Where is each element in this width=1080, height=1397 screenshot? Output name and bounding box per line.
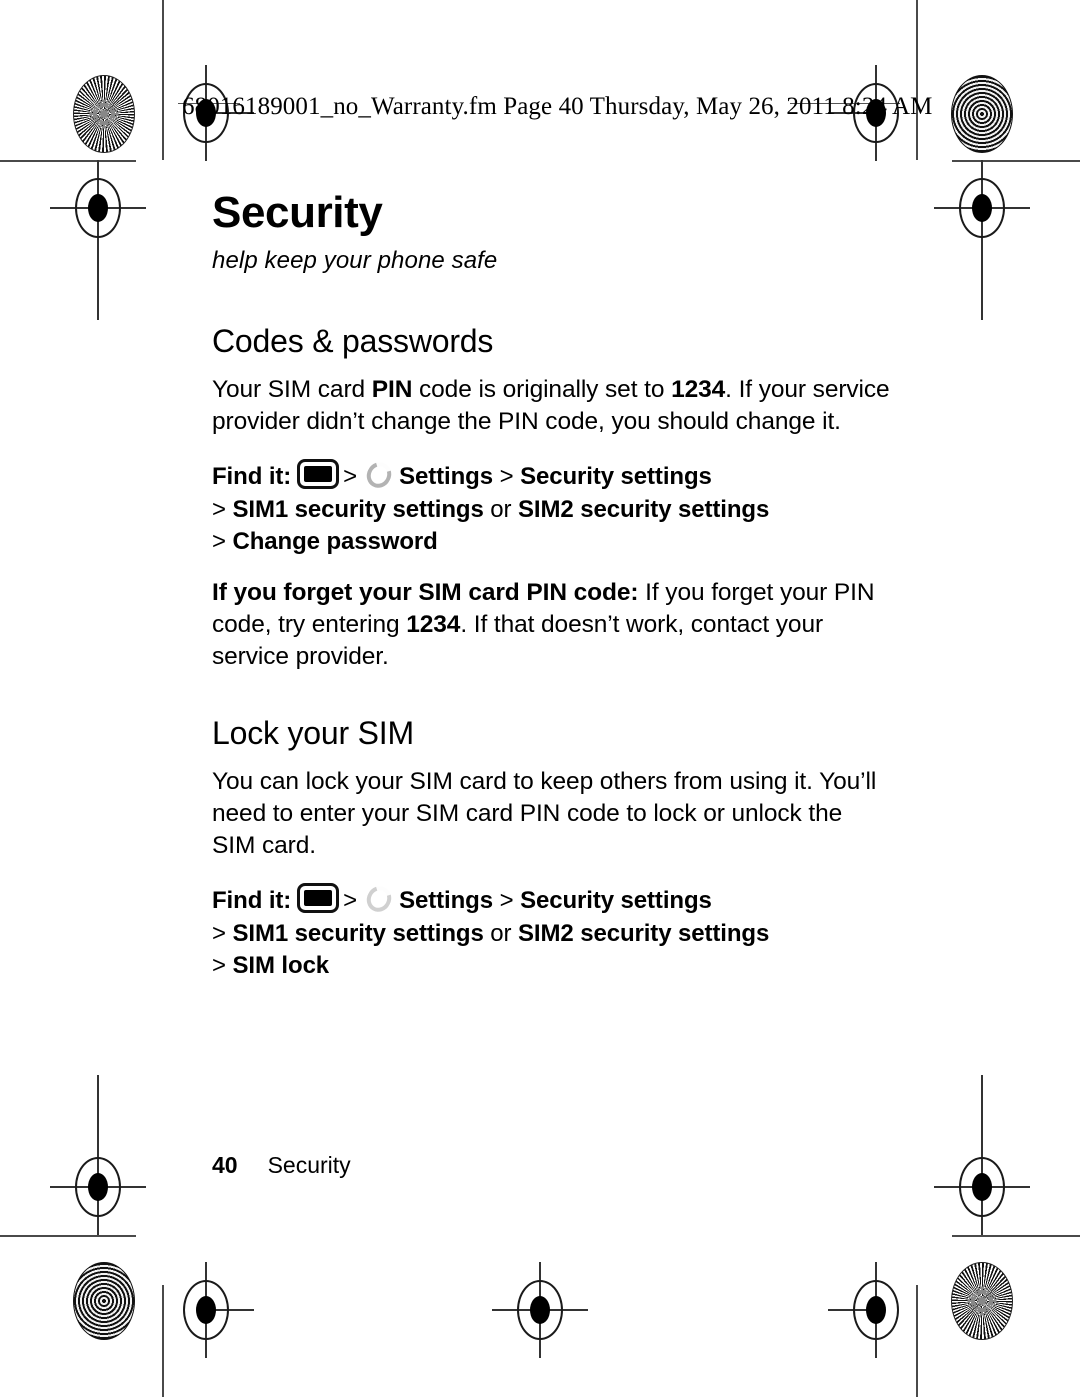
- settings-icon[interactable]: [362, 458, 396, 493]
- crosshair-dot: [530, 1296, 550, 1324]
- find-it-sim2-label[interactable]: SIM2 security settings: [518, 920, 769, 947]
- crosshair-dot: [88, 194, 108, 222]
- crop-line-horizontal-right-bottom: [952, 1235, 1080, 1237]
- page-subtitle: help keep your phone safe: [212, 247, 498, 275]
- registration-mark-bottom-right: [828, 1262, 924, 1358]
- text-run-bold-lead: If you forget your SIM card PIN code:: [212, 578, 639, 606]
- footer-chapter-name: Security: [267, 1152, 351, 1178]
- find-it-security-settings-label[interactable]: Security settings: [520, 463, 712, 490]
- page-content: Security help keep your phone safe Codes…: [212, 188, 892, 982]
- crop-line-horizontal-left-bottom: [0, 1235, 136, 1237]
- find-it-label: Find it:: [212, 463, 292, 491]
- chevron-separator: >: [212, 528, 226, 556]
- chevron-separator: >: [343, 463, 358, 491]
- text-run-bold-code: 1234: [671, 376, 726, 404]
- find-it-line-2: > SIM1 security settings or SIM2 securit…: [212, 494, 892, 526]
- page-footer: 40 Security: [212, 1152, 351, 1179]
- find-it-sim1-label[interactable]: SIM1 security settings: [233, 920, 484, 947]
- settings-icon[interactable]: [362, 881, 396, 917]
- crosshair-dot: [866, 1296, 886, 1324]
- chevron-separator: >: [212, 951, 226, 979]
- find-it-label: Find it:: [212, 887, 292, 915]
- registration-mark-upper-right: [934, 160, 1030, 320]
- find-it-path-sim-lock: Find it: > Settings > Security settings > …: [212, 881, 892, 982]
- crosshair-dot: [196, 1296, 216, 1324]
- chevron-separator: >: [343, 887, 358, 915]
- find-it-or-label: or: [490, 919, 512, 947]
- halftone-concentric-mark-top-right: [951, 75, 1013, 153]
- chevron-separator: >: [212, 919, 226, 947]
- text-run-bold-pin: PIN: [371, 376, 413, 404]
- print-header-slug: 68016189001_no_Warranty.fm Page 40 Thurs…: [182, 93, 933, 120]
- menu-key-icon[interactable]: [297, 459, 340, 490]
- find-it-line-2: > SIM1 security settings or SIM2 securit…: [212, 918, 892, 950]
- registration-mark-bottom-center: [492, 1262, 588, 1358]
- find-it-final-label[interactable]: SIM lock: [233, 952, 330, 979]
- find-it-line-1: Find it: > Settings > Security settings: [212, 458, 892, 493]
- find-it-line-3: > SIM lock: [212, 950, 892, 982]
- section-heading-lock-your-sim: Lock your SIM: [212, 714, 414, 751]
- menu-key-icon[interactable]: [297, 883, 340, 914]
- paragraph-lock-sim: You can lock your SIM card to keep other…: [212, 767, 877, 860]
- find-it-settings-label[interactable]: Settings: [399, 887, 493, 914]
- halftone-radial-mark-top-left: [73, 75, 135, 153]
- page-number: 40: [212, 1152, 238, 1178]
- section-heading-codes-passwords: Codes & passwords: [212, 323, 494, 360]
- paragraph-pin-default: Your SIM card PIN code is originally set…: [212, 374, 892, 438]
- registration-mark-lower-left: [50, 1075, 146, 1235]
- find-it-or-label: or: [490, 495, 512, 523]
- find-it-settings-label[interactable]: Settings: [399, 463, 493, 490]
- find-it-security-settings-label[interactable]: Security settings: [520, 887, 712, 914]
- find-it-line-3: > Change password: [212, 526, 892, 558]
- find-it-sim1-label[interactable]: SIM1 security settings: [233, 496, 484, 523]
- text-run: Your SIM card: [212, 376, 372, 404]
- registration-mark-bottom-left: [158, 1262, 254, 1358]
- crosshair-dot: [972, 1173, 992, 1201]
- halftone-concentric-mark-bottom-left: [73, 1262, 135, 1340]
- crosshair-dot: [88, 1173, 108, 1201]
- paragraph-forgot-pin: If you forget your SIM card PIN code: If…: [212, 577, 892, 673]
- text-run-bold-code: 1234: [406, 610, 461, 638]
- page-title: Security: [212, 188, 383, 237]
- chevron-separator: >: [499, 887, 514, 915]
- chevron-separator: >: [212, 495, 226, 523]
- crosshair-dot: [972, 194, 992, 222]
- find-it-path-change-password: Find it: > Settings > Security settings > …: [212, 458, 892, 558]
- halftone-radial-mark-bottom-right: [951, 1262, 1013, 1340]
- find-it-line-1: Find it: > Settings > Security settings: [212, 881, 892, 917]
- chevron-separator: >: [499, 463, 514, 491]
- registration-mark-upper-left: [50, 160, 146, 320]
- registration-mark-lower-right: [934, 1075, 1030, 1235]
- text-run: code is originally set to: [412, 376, 672, 404]
- find-it-final-label[interactable]: Change password: [233, 528, 438, 555]
- find-it-sim2-label[interactable]: SIM2 security settings: [518, 496, 769, 523]
